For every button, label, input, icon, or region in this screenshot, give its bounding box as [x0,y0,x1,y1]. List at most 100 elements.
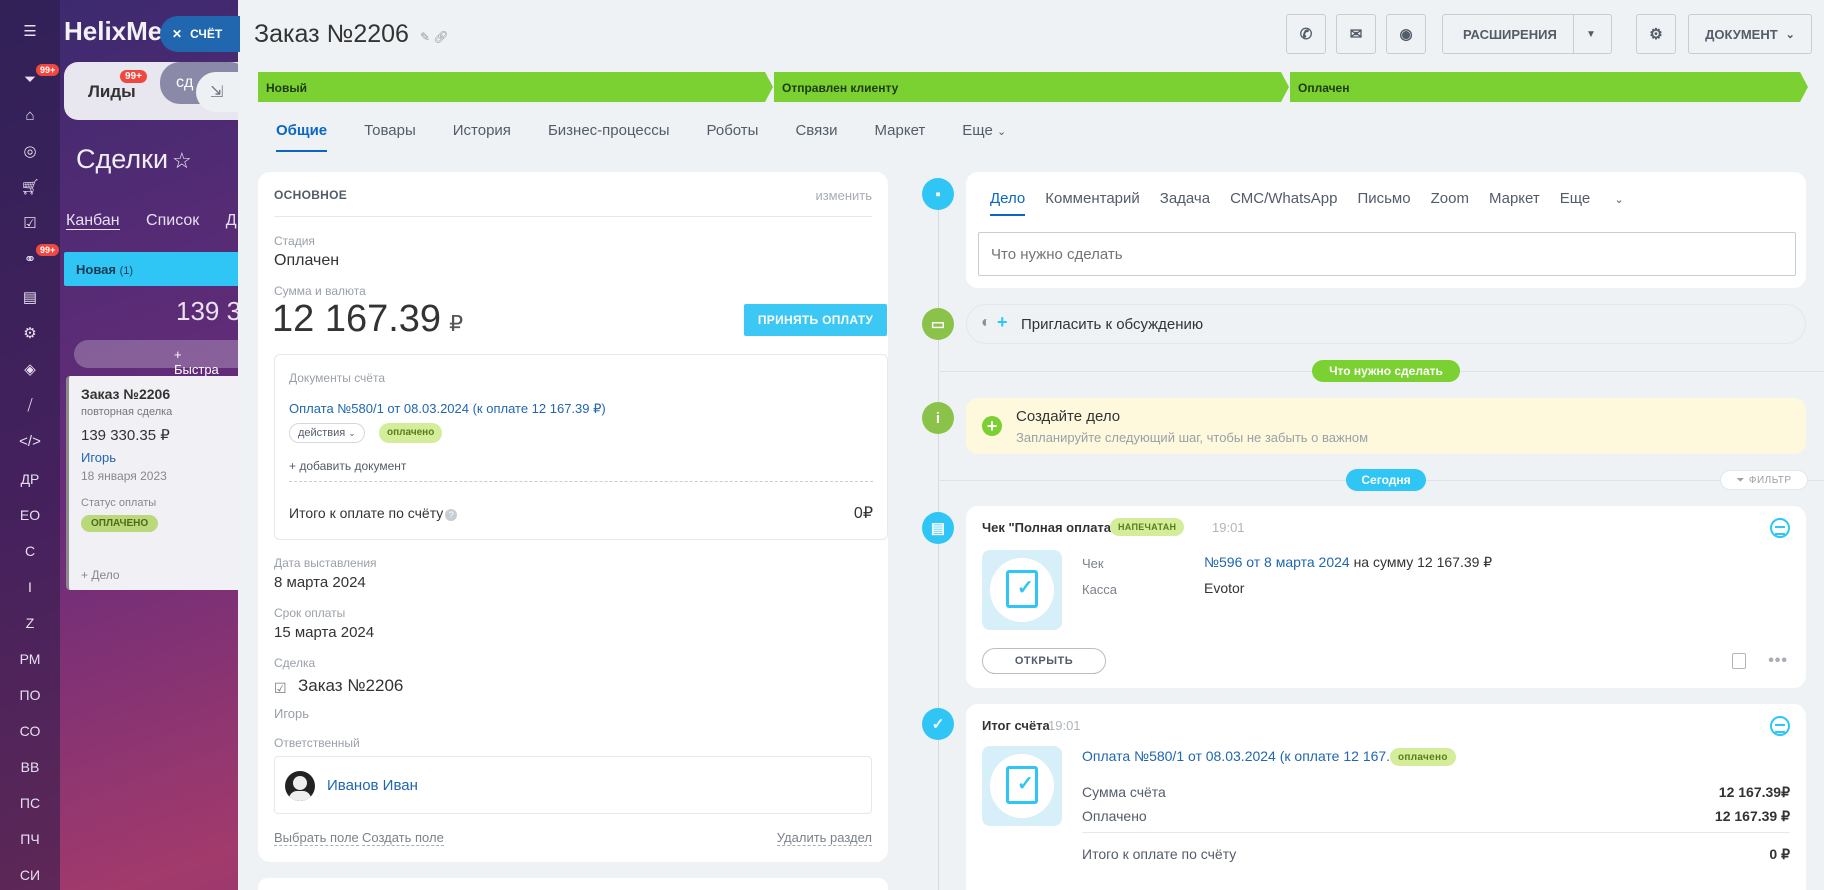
edit-pencil-icon[interactable]: ✎ [420,30,430,44]
view-other[interactable]: Д [226,212,237,229]
slider-close-button[interactable]: ✕ СЧЁТ [160,16,240,52]
check-link[interactable]: №596 от 8 марта 2024 [1204,554,1350,570]
filter-label: ФИЛЬТР [1748,474,1792,486]
deal-value[interactable]: Заказ №2206 [298,676,403,696]
rail-item-7[interactable]: ПО [0,678,60,712]
rail-people-icon[interactable]: ⚭ 99+ [0,242,60,276]
activity-tab-zoom[interactable]: Zoom [1431,190,1469,216]
leads-badge: 99+ [120,70,147,83]
rail-item-8[interactable]: СО [0,714,60,748]
call-button[interactable]: ✆ [1286,14,1326,54]
activity-tab-more[interactable]: Еще ⌄ [1560,190,1644,216]
view-list[interactable]: Список [146,212,199,229]
chevron-down-icon: ⌄ [1785,28,1795,41]
info-icon: i [922,402,954,434]
note-icon[interactable] [1732,653,1746,669]
activity-tab-market[interactable]: Маркет [1489,190,1540,216]
invoice-result-link[interactable]: Оплата №580/1 от 08.03.2024 (к оплате 12… [1082,748,1423,765]
accept-payment-button[interactable]: ПРИНЯТЬ ОПЛАТУ [744,304,887,336]
filter-button[interactable]: ⏷ ФИЛЬТР [1720,470,1808,490]
dashed-divider [289,481,873,482]
rail-funnel-icon[interactable]: ⏷ 99+ [0,62,60,96]
rail-cart-icon[interactable]: 🛒︎ [0,170,60,204]
rail-item-5[interactable]: Z [0,606,60,640]
rail-item-9[interactable]: ВВ [0,750,60,784]
amount-label: Сумма и валюта [274,284,366,298]
stage-value: Оплачен [274,252,340,269]
responsible-field[interactable]: Иванов Иван [274,756,872,814]
rail-box-icon[interactable]: ◈ [0,352,60,386]
activity-tab-email[interactable]: Письмо [1357,190,1410,216]
invoice-slider: Заказ №2206 ✎ 🔗︎ ✆ ✉ ◉ РАСШИРЕНИЯ ▼ ⚙ ДО… [238,0,1824,890]
tab-leads[interactable]: Лиды [88,82,136,102]
view-kanban[interactable]: Канбан [66,212,120,230]
stage-new[interactable]: Новый [258,72,773,102]
edit-section-link[interactable]: изменить [815,188,872,203]
payment-document-link[interactable]: Оплата №580/1 от 08.03.2024 (к оплате 12… [289,401,606,417]
responsible-name[interactable]: Иванов Иван [327,777,418,794]
invoice-due-value: 0 ₽ [1769,846,1790,862]
email-button[interactable]: ✉ [1336,14,1376,54]
tab-robots[interactable]: Роботы [707,122,759,152]
rail-item-6[interactable]: РМ [0,642,60,676]
activity-input[interactable] [978,232,1796,276]
menu-icon[interactable]: ☰ [0,14,60,48]
tab-business-processes[interactable]: Бизнес-процессы [548,122,670,152]
extensions-button[interactable]: РАСШИРЕНИЯ ▼ [1442,14,1612,54]
rail-target-icon[interactable]: ◎ [0,134,60,168]
stage-paid[interactable]: Оплачен [1290,72,1808,102]
rail-check-icon[interactable]: ☑ [0,206,60,240]
tab-history[interactable]: История [453,122,511,152]
card-client[interactable]: Игорь [81,450,232,465]
invite-label: Пригласить к обсуждению [1021,316,1204,333]
activity-tab-comment[interactable]: Комментарий [1045,190,1139,216]
tab-products[interactable]: Товары [364,122,416,152]
card-subtitle: повторная сделка [81,406,173,418]
kanban-card[interactable]: Заказ №2206 повторная сделка 139 330.35 … [66,376,244,590]
star-icon[interactable]: ☆ [172,148,192,174]
actions-label: действия [298,427,346,439]
activity-tab-todo[interactable]: Задача [1160,190,1210,216]
rail-item-4[interactable]: I [0,570,60,604]
more-icon[interactable]: ••• [1768,652,1788,670]
document-button[interactable]: ДОКУМЕНТ ⌄ [1688,14,1812,54]
chevron-down-icon: ⌄ [996,126,1007,138]
create-task-hint[interactable]: + Создайте дело Запланируйте следующий ш… [966,398,1806,454]
settings-button[interactable]: ⚙ [1636,14,1676,54]
help-icon[interactable]: ? [445,509,458,521]
rail-item-10[interactable]: ПС [0,786,60,820]
tab-general[interactable]: Общие [276,122,328,152]
extensions-dropdown-icon[interactable]: ▼ [1573,15,1596,53]
chat-button[interactable]: ◉ [1386,14,1426,54]
rail-home-icon[interactable]: ⌂ [0,98,60,132]
invite-to-discussion[interactable]: ◐ + Пригласить к обсуждению [966,304,1806,344]
rail-code-icon[interactable]: </> [0,424,60,458]
add-task-icon[interactable]: + [982,416,1002,436]
rail-brand-icon[interactable]: ⧸ [0,388,60,422]
open-receipt-button[interactable]: ОТКРЫТЬ [982,648,1106,674]
tab-links[interactable]: Связи [795,122,837,152]
card-status-badge: ОПЛАЧЕНО [81,515,159,532]
rail-card-icon[interactable]: ▤ [0,280,60,314]
activity-tab-more-label: Еще [1559,190,1591,207]
rail-item-12[interactable]: СИ [0,858,60,890]
create-field-link[interactable]: Создать поле [362,830,444,846]
chat-bubble-icon: ▭ [922,308,954,340]
document-actions-dropdown[interactable]: действия ⌄ [289,423,365,443]
slider-collapse-button[interactable]: ⇲ [196,72,240,112]
select-field-link[interactable]: Выбрать поле [274,830,359,846]
link-icon[interactable]: 🔗︎ [433,30,448,44]
delete-section-link[interactable]: Удалить раздел [776,830,872,846]
tab-more[interactable]: Еще ⌄ [962,122,1006,152]
rail-robot-icon[interactable]: ⚙ [0,316,60,350]
rail-item-1[interactable]: ДР [0,462,60,496]
tab-market[interactable]: Маркет [874,122,925,152]
activity-tab-task[interactable]: Дело [990,190,1026,216]
rail-item-2[interactable]: ЕО [0,498,60,532]
rail-item-3[interactable]: С [0,534,60,568]
rail-item-11[interactable]: ПЧ [0,822,60,856]
add-document-link[interactable]: + добавить документ [289,459,406,473]
activity-tab-sms[interactable]: СМС/WhatsApp [1230,190,1337,216]
card-add-activity[interactable]: + Дело [81,568,232,582]
stage-sent[interactable]: Отправлен клиенту [774,72,1289,102]
